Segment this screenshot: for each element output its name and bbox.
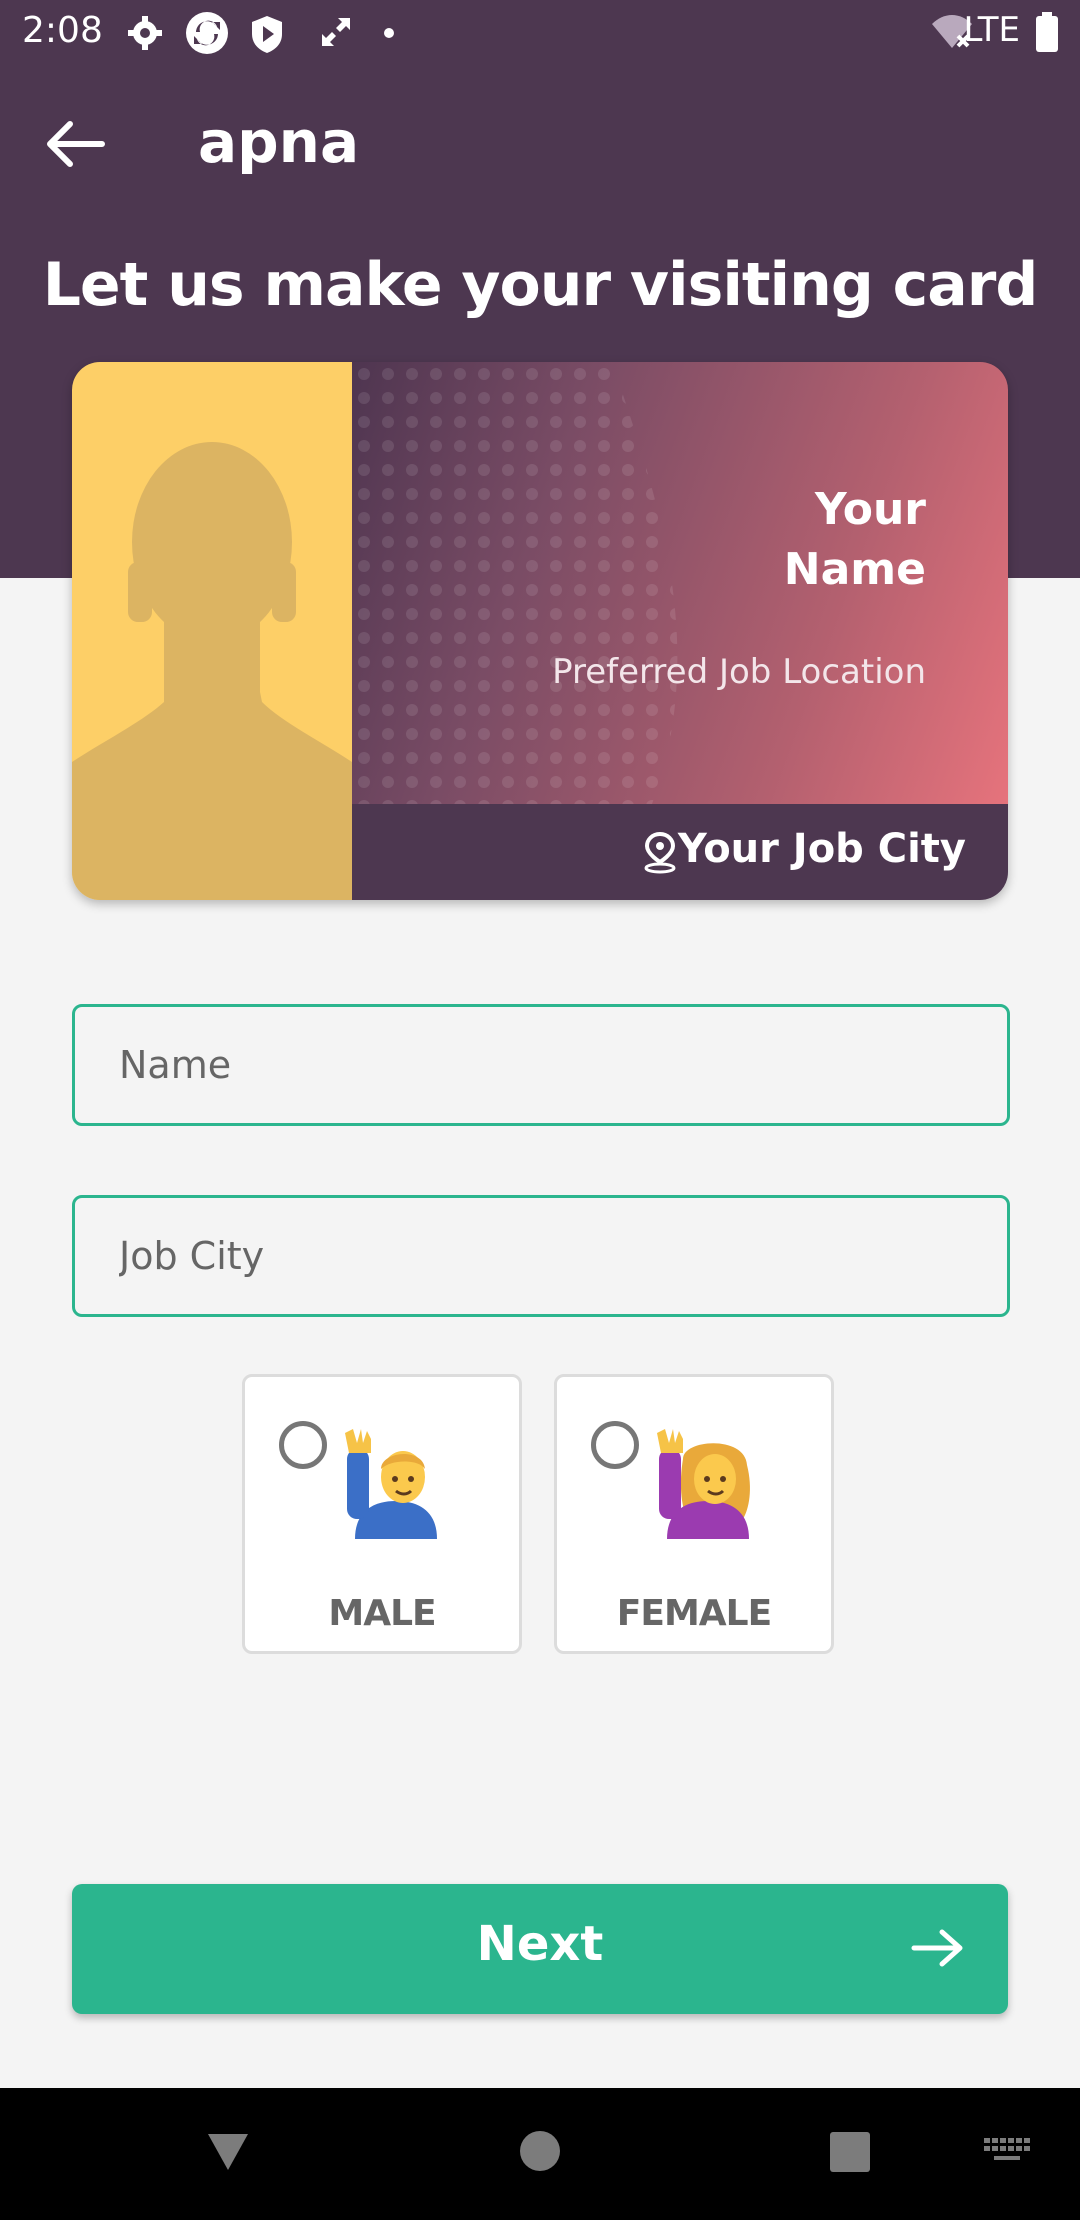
gender-option-male[interactable]: MALE bbox=[242, 1374, 522, 1654]
job-city-input[interactable] bbox=[75, 1198, 1007, 1314]
gender-option-female[interactable]: FEMALE bbox=[554, 1374, 834, 1654]
next-label: Next bbox=[476, 1916, 604, 1972]
navigation-bar bbox=[0, 2088, 1080, 2220]
female-label: FEMALE bbox=[616, 1593, 772, 1634]
location-pin-icon bbox=[644, 831, 676, 874]
home-circle-icon[interactable] bbox=[519, 2130, 561, 2172]
dot-icon bbox=[384, 28, 394, 38]
name-input[interactable] bbox=[75, 1007, 1007, 1123]
back-triangle-icon[interactable] bbox=[206, 2132, 250, 2172]
next-button[interactable]: Next bbox=[72, 1884, 1008, 2014]
visiting-card-preview: Your Name Preferred Job Location Your Jo… bbox=[72, 362, 1008, 900]
expand-icon bbox=[322, 18, 350, 46]
man-raising-hand-icon bbox=[345, 1429, 437, 1539]
job-city-field[interactable] bbox=[72, 1195, 1010, 1317]
recents-square-icon[interactable] bbox=[829, 2131, 871, 2173]
keyboard-icon[interactable] bbox=[984, 2138, 1030, 2166]
battery-icon bbox=[1036, 12, 1058, 52]
name-field[interactable] bbox=[72, 1004, 1010, 1126]
network-type: LTE bbox=[963, 10, 1020, 50]
photo-placeholder bbox=[72, 362, 352, 900]
woman-raising-hand-icon bbox=[657, 1429, 750, 1539]
card-city: Your Job City bbox=[677, 826, 966, 872]
female-radio[interactable] bbox=[591, 1421, 639, 1469]
back-arrow-icon[interactable] bbox=[40, 118, 112, 170]
app-title: apna bbox=[198, 108, 360, 176]
status-bar: 2:08 LTE bbox=[0, 0, 1080, 66]
card-footer: Your Job City bbox=[352, 804, 1008, 900]
card-body: Your Name Preferred Job Location bbox=[352, 362, 1008, 804]
shield-icon bbox=[252, 16, 282, 53]
male-label: MALE bbox=[328, 1593, 436, 1634]
status-time: 2:08 bbox=[22, 10, 103, 51]
card-location: Preferred Job Location bbox=[552, 652, 926, 692]
page-title: Let us make your visiting card bbox=[42, 250, 1039, 320]
card-name: Your Name bbox=[783, 484, 926, 595]
male-radio[interactable] bbox=[279, 1421, 327, 1469]
person-silhouette-icon bbox=[72, 442, 352, 900]
sync-icon bbox=[186, 12, 228, 54]
arrow-right-icon bbox=[911, 1929, 963, 1967]
gear-icon bbox=[128, 16, 162, 50]
